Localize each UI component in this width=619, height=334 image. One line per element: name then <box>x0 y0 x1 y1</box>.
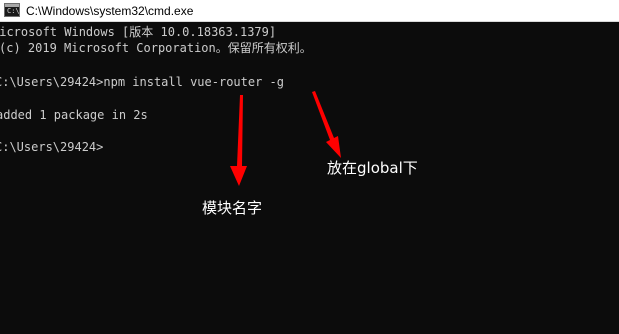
annotation-module-name: 模块名字 <box>202 199 263 217</box>
console-line-command: C:\Users\29424>npm install vue-router -g <box>0 75 284 89</box>
console-output[interactable]: Microsoft Windows [版本 10.0.18363.1379] (… <box>0 23 619 334</box>
console-line-prompt: C:\Users\29424> <box>0 140 104 154</box>
console-line-copyright: (c) 2019 Microsoft Corporation。保留所有权利。 <box>0 41 312 55</box>
window-title: C:\Windows\system32\cmd.exe <box>26 4 194 18</box>
title-bar[interactable]: C:\ C:\Windows\system32\cmd.exe <box>0 0 619 22</box>
annotation-global-flag: 放在global下 <box>327 159 418 177</box>
cmd-icon: C:\ <box>4 3 20 17</box>
console-line-result: added 1 package in 2s <box>0 108 148 122</box>
console-line-version: Microsoft Windows [版本 10.0.18363.1379] <box>0 25 277 39</box>
cmd-window: C:\ C:\Windows\system32\cmd.exe Microsof… <box>0 0 619 334</box>
